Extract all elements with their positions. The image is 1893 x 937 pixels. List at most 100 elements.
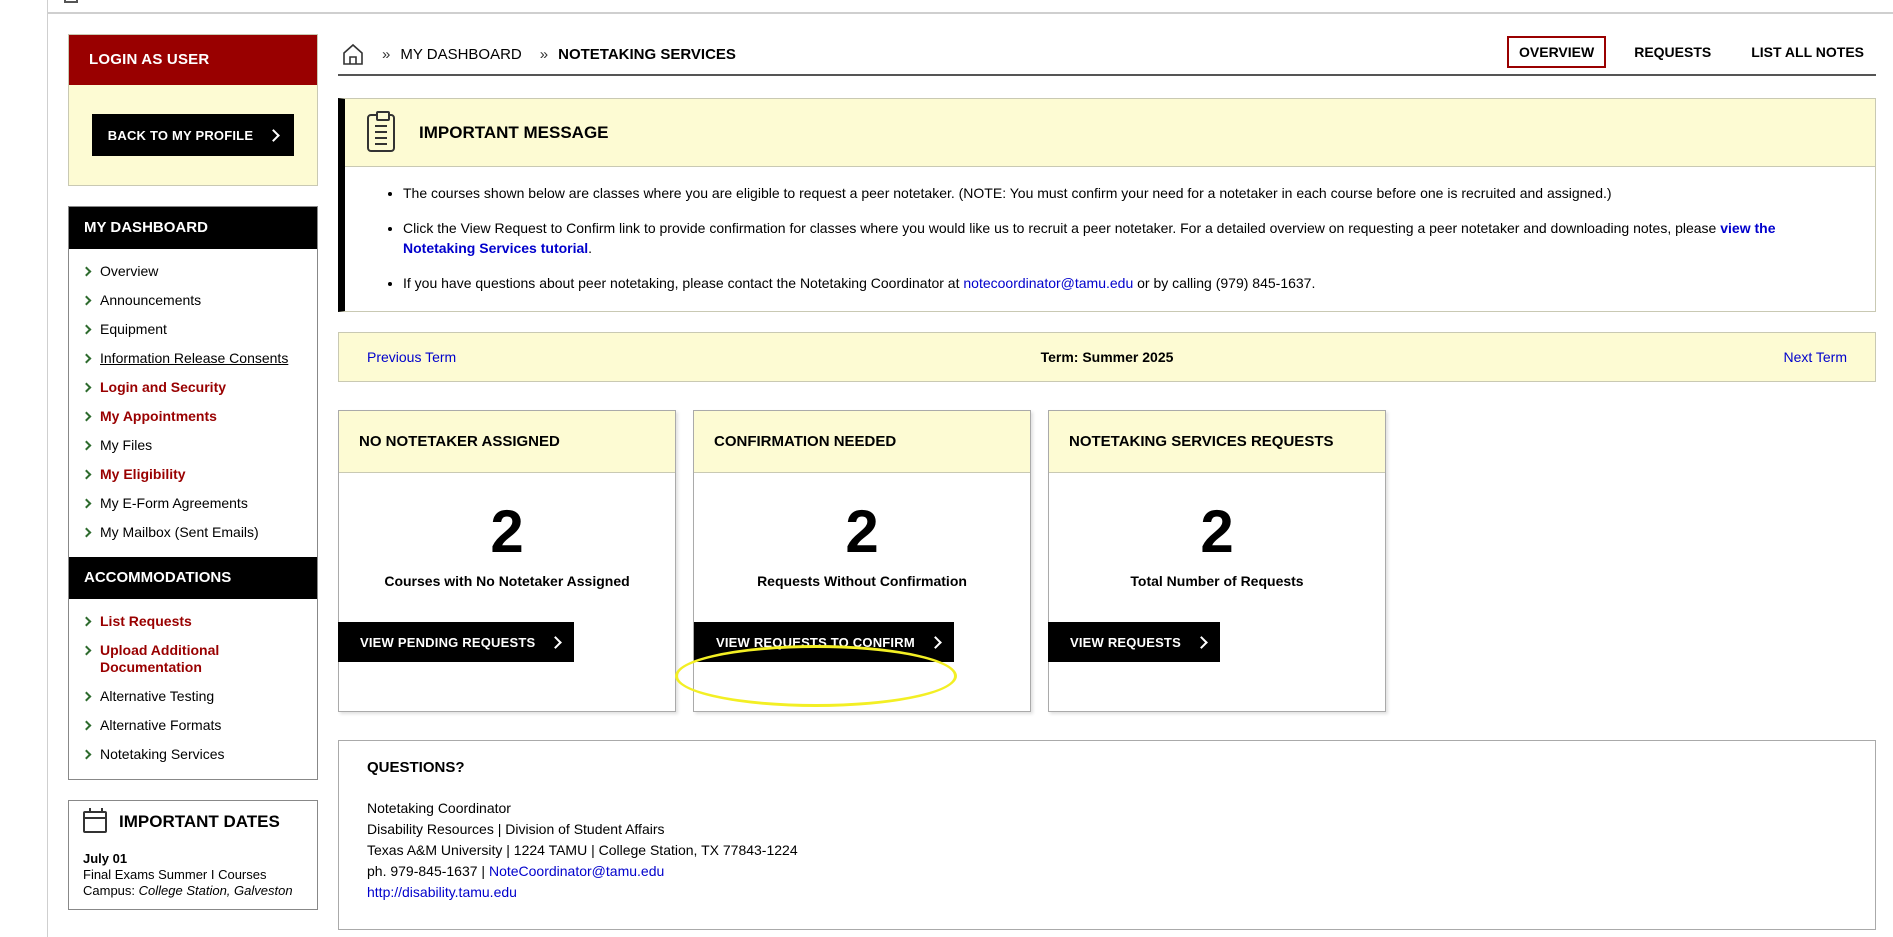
important-message-panel: IMPORTANT MESSAGE The courses shown belo… [338, 98, 1876, 312]
sidebar-item-label: Login and Security [100, 379, 227, 395]
sidebar-item-alternative-testing[interactable]: Alternative Testing [69, 682, 317, 711]
message-bullet: Click the View Request to Confirm link t… [403, 218, 1845, 258]
tab-requests[interactable]: REQUESTS [1622, 36, 1723, 68]
chevron-right-icon [81, 411, 92, 422]
card-title: NOTETAKING SERVICES REQUESTS [1049, 411, 1385, 473]
message-text: If you have questions about peer notetak… [403, 275, 964, 291]
tab-list-all-notes[interactable]: LIST ALL NOTES [1739, 36, 1876, 68]
sidebar-item-alternative-formats[interactable]: Alternative Formats [69, 711, 317, 740]
date-event: Final Exams Summer I Courses [83, 867, 267, 882]
card-count: 2 [1200, 498, 1234, 565]
card-confirmation-needed: CONFIRMATION NEEDED 2 Requests Without C… [693, 410, 1031, 712]
date-campus: Campus: College Station, Galveston [83, 883, 303, 899]
login-as-user-panel: LOGIN AS USER BACK TO MY PROFILE [68, 34, 318, 186]
sidebar-item-login-and-security[interactable]: Login and Security [69, 373, 317, 402]
chevron-right-icon [267, 128, 281, 142]
chevron-right-icon [81, 645, 92, 656]
view-requests-to-confirm-button[interactable]: VIEW REQUESTS TO CONFIRM [694, 622, 954, 662]
sidebar-item-list-requests[interactable]: List Requests [69, 607, 317, 636]
sidebar-item-label: Upload Additional Documentation [100, 642, 220, 675]
chevron-right-icon [81, 469, 92, 480]
sidebar-item-upload-documentation[interactable]: Upload Additional Documentation [69, 636, 317, 682]
sidebar-item-my-appointments[interactable]: My Appointments [69, 402, 317, 431]
card-title: NO NOTETAKER ASSIGNED [339, 411, 675, 473]
back-to-my-profile-label: BACK TO MY PROFILE [107, 127, 254, 143]
date-campus-value: College Station, Galveston [138, 883, 293, 898]
my-dashboard-panel: MY DASHBOARD Overview Announcements Equi… [68, 206, 318, 780]
accommodations-title: ACCOMMODATIONS [69, 557, 317, 599]
sidebar-item-information-release-consents[interactable]: Information Release Consents [69, 344, 317, 373]
coordinator-email-link[interactable]: notecoordinator@tamu.edu [963, 275, 1133, 291]
card-title: CONFIRMATION NEEDED [694, 411, 1030, 473]
calendar-icon [83, 808, 107, 833]
tab-overview[interactable]: OVERVIEW [1507, 36, 1607, 68]
contact-line: Disability Resources | Division of Stude… [367, 821, 665, 837]
tab-bar: OVERVIEW REQUESTS LIST ALL NOTES [1491, 36, 1876, 68]
chevron-right-icon [81, 720, 92, 731]
chevron-right-icon [928, 635, 942, 649]
sidebar-item-equipment[interactable]: Equipment [69, 315, 317, 344]
contact-phone-line: ph. 979-845-1637 | NoteCoordinator@tamu.… [367, 861, 1847, 882]
sidebar-item-my-eform-agreements[interactable]: My E-Form Agreements [69, 489, 317, 518]
back-to-my-profile-button[interactable]: BACK TO MY PROFILE [91, 114, 295, 156]
message-text: . [588, 240, 593, 256]
sidebar-item-label: Overview [100, 263, 159, 279]
my-dashboard-title: MY DASHBOARD [69, 207, 317, 249]
sidebar-item-label: Information Release Consents [100, 350, 289, 366]
sidebar: LOGIN AS USER BACK TO MY PROFILE MY DASH… [68, 34, 318, 910]
breadcrumb: » MY DASHBOARD » NOTETAKING SERVICES OVE… [338, 34, 1876, 76]
breadcrumb-my-dashboard[interactable]: MY DASHBOARD [400, 46, 521, 63]
message-bullet: The courses shown below are classes wher… [403, 183, 1845, 203]
date-campus-prefix: Campus: [83, 883, 139, 898]
sidebar-item-my-mailbox[interactable]: My Mailbox (Sent Emails) [69, 518, 317, 547]
questions-title: QUESTIONS? [367, 759, 465, 776]
button-label: VIEW PENDING REQUESTS [360, 634, 536, 650]
contact-line: Texas A&M University | 1224 TAMU | Colle… [367, 842, 798, 858]
sidebar-item-overview[interactable]: Overview [69, 257, 317, 286]
chevron-right-icon [549, 635, 563, 649]
view-requests-button[interactable]: VIEW REQUESTS [1048, 622, 1220, 662]
sidebar-item-label: My E-Form Agreements [100, 495, 248, 511]
card-label: Requests Without Confirmation [757, 573, 967, 589]
chevron-right-icon [81, 266, 92, 277]
summary-cards: NO NOTETAKER ASSIGNED 2 Courses with No … [338, 410, 1876, 712]
sidebar-item-label: My Mailbox (Sent Emails) [100, 524, 259, 540]
breadcrumb-current: NOTETAKING SERVICES [558, 45, 736, 63]
view-pending-requests-button[interactable]: VIEW PENDING REQUESTS [338, 622, 575, 662]
card-count: 2 [490, 498, 524, 565]
message-bullet: If you have questions about peer notetak… [403, 273, 1845, 293]
chevron-right-icon [81, 295, 92, 306]
breadcrumb-separator: » [382, 45, 390, 63]
sidebar-item-label: Notetaking Services [100, 746, 225, 762]
sidebar-item-label: Equipment [100, 321, 167, 337]
clipboard-icon [367, 110, 395, 152]
login-as-user-title: LOGIN AS USER [69, 35, 317, 85]
important-message-title: IMPORTANT MESSAGE [419, 122, 609, 142]
sidebar-item-label: List Requests [100, 613, 192, 629]
message-text: Click the View Request to Confirm link t… [403, 220, 1721, 236]
card-total-requests: NOTETAKING SERVICES REQUESTS 2 Total Num… [1048, 410, 1386, 712]
sidebar-item-label: Announcements [100, 292, 202, 308]
chevron-right-icon [81, 691, 92, 702]
coordinator-email-link[interactable]: NoteCoordinator@tamu.edu [489, 863, 664, 879]
questions-panel: QUESTIONS? Notetaking Coordinator Disabi… [338, 740, 1876, 930]
website-link[interactable]: http://disability.tamu.edu [367, 884, 517, 900]
important-dates-title: IMPORTANT DATES [119, 812, 280, 831]
chevron-right-icon [81, 324, 92, 335]
chevron-right-icon [81, 382, 92, 393]
sidebar-item-label: Alternative Testing [100, 688, 215, 704]
next-term-link[interactable]: Next Term [1783, 349, 1847, 365]
contact-line: Notetaking Coordinator [367, 800, 511, 816]
term-navigator: Previous Term Term: Summer 2025 Next Ter… [338, 332, 1876, 382]
sidebar-item-announcements[interactable]: Announcements [69, 286, 317, 315]
sidebar-item-notetaking-services[interactable]: Notetaking Services [69, 740, 317, 769]
window-icon [64, 0, 78, 3]
breadcrumb-separator: » [539, 45, 548, 63]
sidebar-item-my-eligibility[interactable]: My Eligibility [69, 460, 317, 489]
home-icon[interactable] [342, 43, 364, 65]
chevron-right-icon [81, 527, 92, 538]
date-label: July 01 [83, 851, 128, 866]
chevron-right-icon [81, 616, 92, 627]
sidebar-item-my-files[interactable]: My Files [69, 431, 317, 460]
button-label: VIEW REQUESTS [1070, 634, 1181, 650]
